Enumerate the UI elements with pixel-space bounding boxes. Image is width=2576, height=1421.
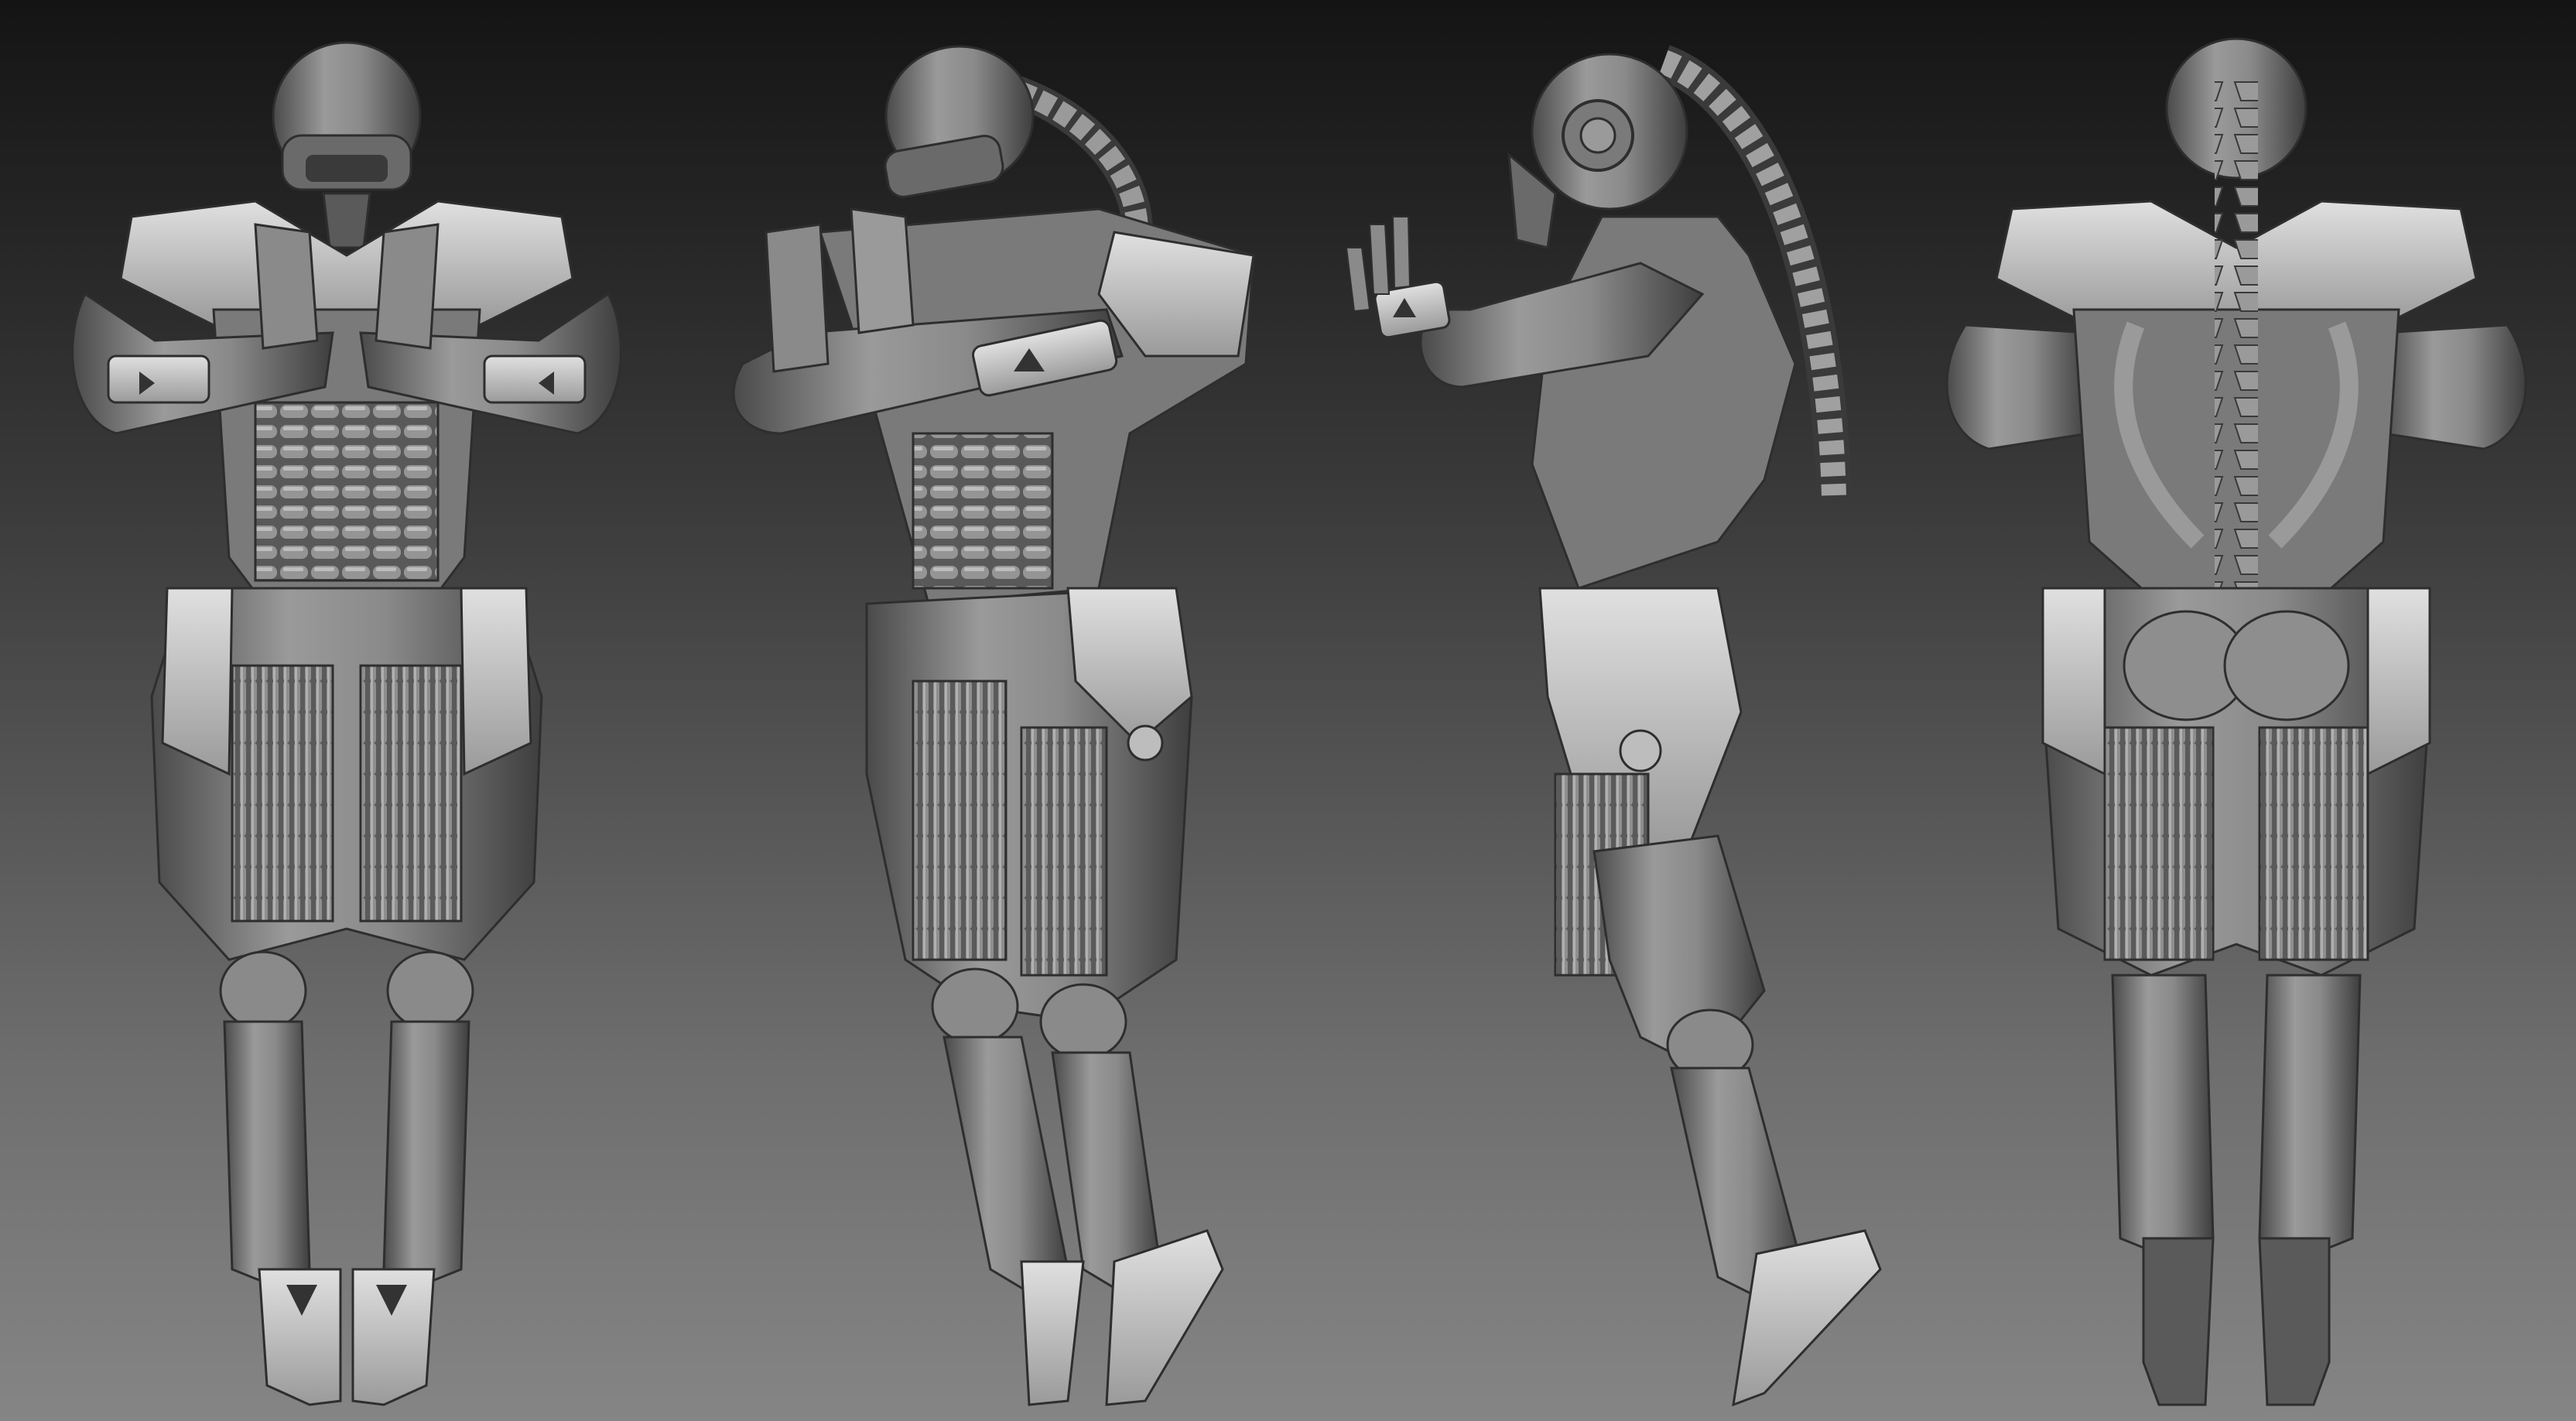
figure-back-view [1945,37,2527,1406]
sculpt-viewport [0,0,2576,1421]
figure-three-quarter-view [732,45,1255,1406]
turnaround-scene [71,37,2527,1407]
figure-front-view [71,41,622,1406]
figure-side-view [1345,45,1882,1407]
